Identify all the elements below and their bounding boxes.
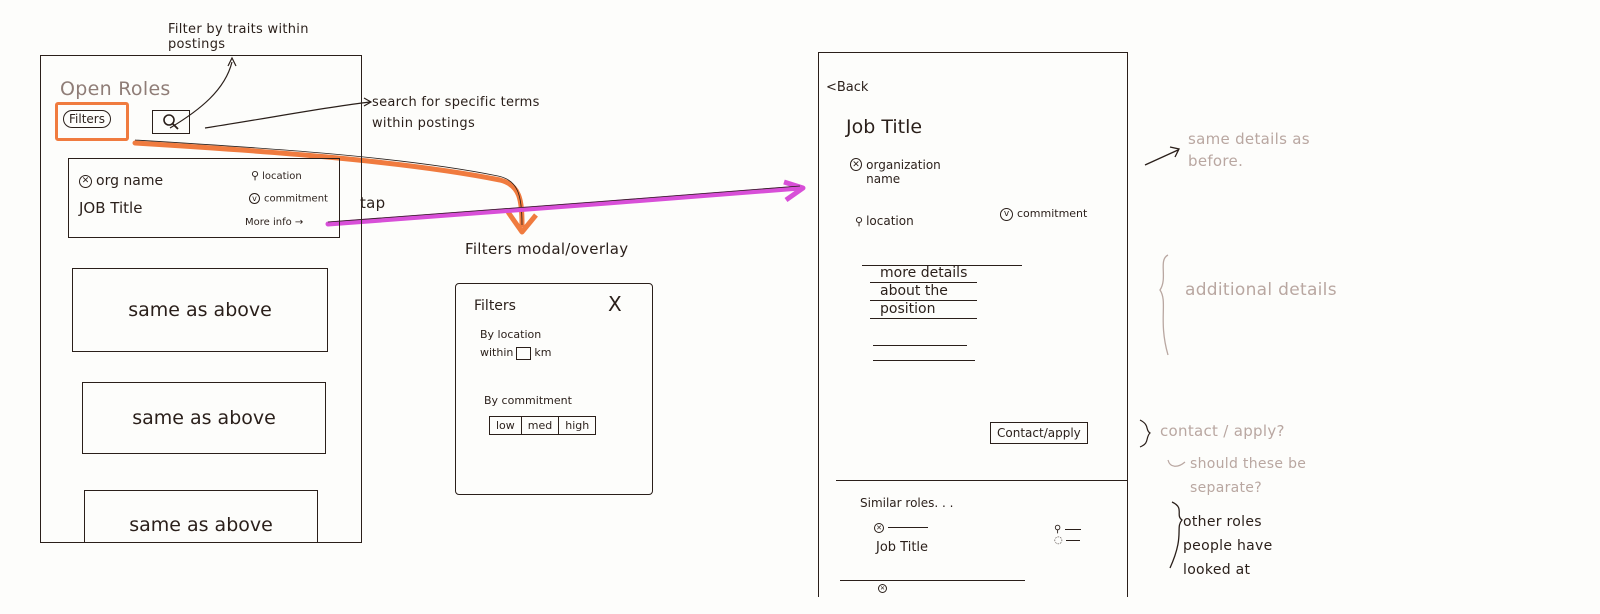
search-note: search for specific terms within posting… bbox=[372, 95, 540, 131]
distance-input[interactable] bbox=[516, 346, 532, 360]
commitment-icon: v bbox=[249, 193, 260, 204]
role-card-title: JOB Title bbox=[79, 199, 143, 217]
location-filter-label: By location bbox=[480, 328, 542, 341]
commitment-icon: v bbox=[1000, 207, 1013, 221]
modal-title: Filters bbox=[474, 298, 516, 314]
commitment-option-med[interactable]: med bbox=[522, 417, 560, 434]
detail-location: ⚲ location bbox=[855, 214, 914, 228]
role-card-placeholder[interactable]: same as above bbox=[72, 268, 328, 352]
section-divider bbox=[836, 480, 1128, 481]
other-roles-brace bbox=[1169, 501, 1183, 569]
additional-details-note: additional details bbox=[1185, 280, 1337, 300]
additional-details-brace bbox=[1159, 254, 1169, 356]
similar-roles-title: Similar roles. . . bbox=[860, 496, 954, 510]
commitment-icon: ◌ bbox=[1054, 535, 1063, 546]
contact-note: contact / apply? bbox=[1160, 422, 1285, 440]
role-card-org: ✕ org name bbox=[79, 173, 163, 189]
page-title: Open Roles bbox=[60, 78, 171, 100]
role-card-location: ⚲ location bbox=[251, 169, 302, 182]
close-icon[interactable]: X bbox=[608, 292, 622, 316]
similar-role-card-bottom bbox=[840, 580, 1025, 581]
modal-label: Filters modal/overlay bbox=[465, 240, 629, 258]
filters-modal: Filters X By location within km By commit… bbox=[455, 283, 653, 495]
detail-commitment: v commitment bbox=[1000, 207, 1087, 221]
search-icon bbox=[163, 114, 179, 130]
commitment-segmented-control: low med high bbox=[489, 416, 597, 435]
role-card-placeholder[interactable]: same as above bbox=[84, 490, 318, 542]
contact-apply-button[interactable]: Contact/apply bbox=[990, 422, 1088, 444]
distance-filter: within km bbox=[480, 346, 551, 360]
detail-job-title: Job Title bbox=[846, 116, 923, 138]
km-label: km bbox=[534, 346, 552, 359]
similar-role-org: ✕ bbox=[874, 520, 928, 534]
separate-note: should these be separate? bbox=[1190, 456, 1307, 496]
role-card-commitment: v commitment bbox=[249, 193, 328, 205]
tap-flow-arrow bbox=[325, 185, 803, 227]
commitment-option-low[interactable]: low bbox=[490, 417, 522, 434]
back-button[interactable]: <Back bbox=[826, 80, 868, 95]
similar-role-title[interactable]: Job Title bbox=[876, 540, 928, 555]
location-pin-icon: ⚲ bbox=[1054, 524, 1062, 535]
position-details: more details about the position bbox=[870, 265, 978, 319]
placeholder-line bbox=[873, 360, 975, 361]
next-similar-role[interactable]: ✕ bbox=[878, 584, 891, 594]
org-logo-icon: ✕ bbox=[79, 174, 92, 188]
commitment-option-high[interactable]: high bbox=[559, 417, 595, 434]
same-details-arrow bbox=[1144, 149, 1179, 166]
org-logo-icon: ✕ bbox=[850, 158, 863, 171]
contact-brace bbox=[1139, 419, 1151, 448]
filter-note: Filter by traits within postings bbox=[168, 22, 309, 52]
similar-role-meta: ⚲ ◌ bbox=[1054, 524, 1081, 546]
other-roles-note: other roles people have looked at bbox=[1183, 514, 1273, 578]
same-details-note: same details as before. bbox=[1188, 130, 1310, 170]
more-info-link[interactable]: More info → bbox=[245, 217, 303, 228]
placeholder-line bbox=[873, 345, 967, 346]
search-button[interactable] bbox=[152, 110, 190, 134]
commitment-filter-label: By commitment bbox=[484, 394, 572, 407]
location-pin-icon: ⚲ bbox=[855, 215, 864, 228]
role-card-placeholder[interactable]: same as above bbox=[82, 382, 326, 454]
org-logo-icon: ✕ bbox=[874, 522, 884, 533]
filters-button[interactable]: Filters bbox=[63, 110, 111, 128]
role-card[interactable]: ✕ org name JOB Title ⚲ location v commitmen… bbox=[68, 158, 340, 238]
org-logo-icon: ✕ bbox=[878, 584, 887, 593]
location-pin-icon: ⚲ bbox=[251, 169, 260, 182]
detail-org: ✕ organization name bbox=[850, 158, 970, 186]
tap-label: tap bbox=[360, 194, 386, 212]
within-label: within bbox=[480, 346, 514, 359]
